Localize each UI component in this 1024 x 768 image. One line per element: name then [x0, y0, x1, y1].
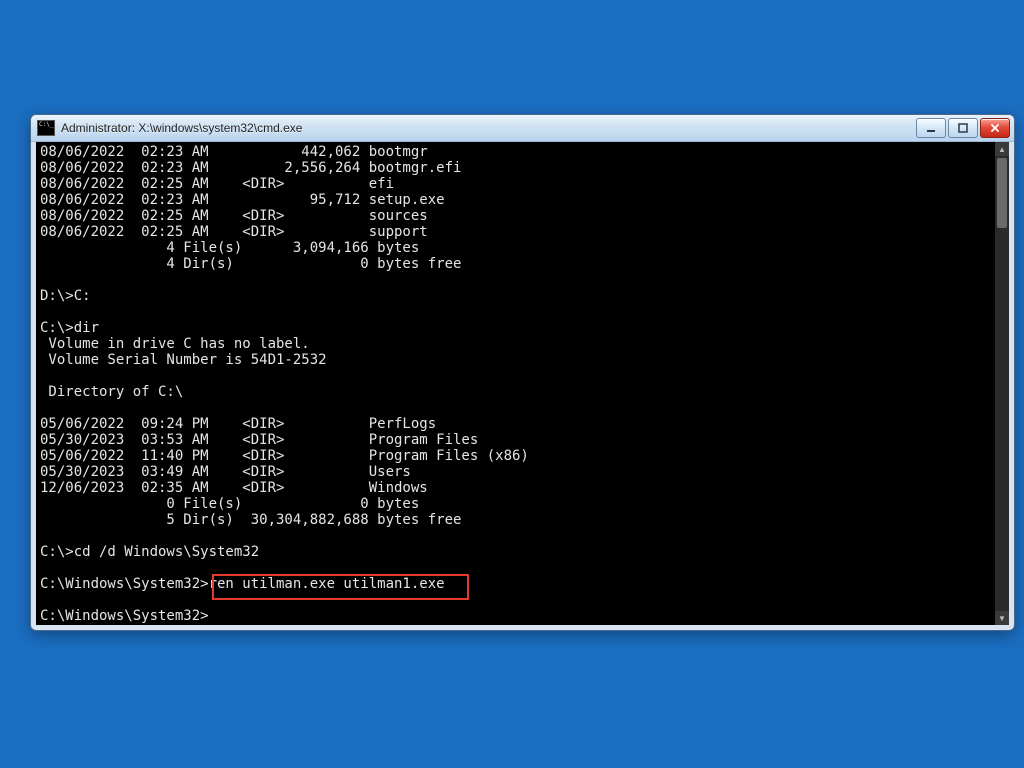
vertical-scrollbar[interactable]: ▲ ▼	[995, 142, 1009, 625]
console-output[interactable]: 08/06/2022 02:23 AM 442,062 bootmgr 08/0…	[36, 142, 995, 625]
window-controls	[916, 118, 1010, 138]
scroll-up-arrow-icon[interactable]: ▲	[995, 142, 1009, 156]
close-button[interactable]	[980, 118, 1010, 138]
titlebar[interactable]: Administrator: X:\windows\system32\cmd.e…	[31, 115, 1014, 142]
maximize-button[interactable]	[948, 118, 978, 138]
minimize-button[interactable]	[916, 118, 946, 138]
cmd-icon	[37, 120, 55, 136]
scroll-thumb[interactable]	[997, 158, 1007, 228]
cmd-window: Administrator: X:\windows\system32\cmd.e…	[30, 114, 1015, 631]
console-client-area: 08/06/2022 02:23 AM 442,062 bootmgr 08/0…	[36, 142, 1009, 625]
window-title: Administrator: X:\windows\system32\cmd.e…	[61, 121, 916, 135]
scroll-down-arrow-icon[interactable]: ▼	[995, 611, 1009, 625]
